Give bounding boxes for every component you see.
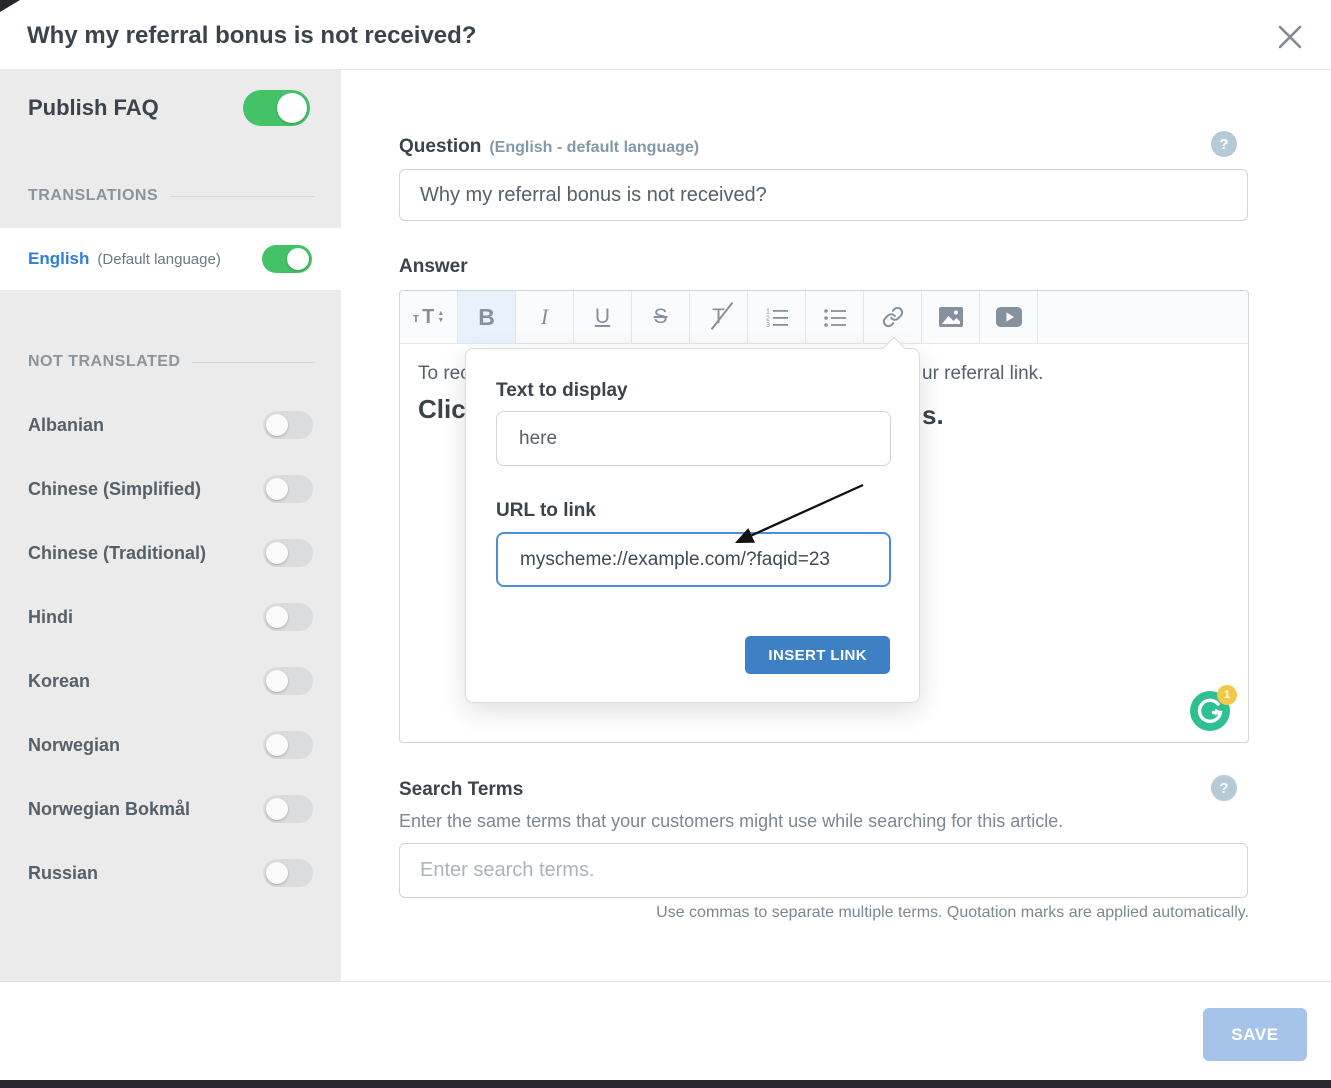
insert-link-button[interactable]	[864, 291, 922, 343]
bold-button[interactable]: B	[458, 291, 516, 343]
insert-link-popover: Text to display URL to link INSERT LINK	[465, 348, 920, 703]
font-size-button[interactable]: тT ▲▼	[400, 291, 458, 343]
url-to-link-input[interactable]	[496, 532, 891, 587]
insert-image-button[interactable]	[922, 291, 980, 343]
publish-faq-row: Publish FAQ	[28, 88, 310, 128]
insert-link-submit-button[interactable]: INSERT LINK	[745, 636, 890, 674]
underline-button[interactable]: U	[574, 291, 632, 343]
language-row-english[interactable]: English (Default language)	[0, 228, 341, 290]
dialog-header: Why my referral bonus is not received?	[0, 0, 1331, 70]
text-to-display-label: Text to display	[496, 380, 628, 402]
publish-faq-label: Publish FAQ	[28, 95, 159, 121]
image-icon	[939, 307, 963, 327]
search-terms-input[interactable]	[399, 843, 1248, 898]
font-size-icon: тT ▲▼	[413, 306, 445, 329]
language-toggle-english[interactable]	[262, 245, 312, 273]
url-to-link-label: URL to link	[496, 500, 596, 522]
clear-formatting-button[interactable]: T	[690, 291, 748, 343]
language-toggle-chinese-simplified[interactable]	[263, 475, 313, 503]
language-toggle-korean[interactable]	[263, 667, 313, 695]
language-row-chinese-simplified: Chinese (Simplified)	[0, 457, 341, 521]
strikethrough-button[interactable]: S	[632, 291, 690, 343]
ordered-list-icon: 1 2 3	[766, 307, 788, 327]
grammarly-icon[interactable]: 1	[1190, 691, 1230, 731]
save-button[interactable]: SAVE	[1203, 1008, 1307, 1061]
toggle-knob	[266, 606, 288, 628]
toggle-knob	[266, 862, 288, 884]
language-toggle-russian[interactable]	[263, 859, 313, 887]
search-terms-description: Enter the same terms that your customers…	[399, 811, 1063, 832]
bold-icon: B	[478, 304, 495, 331]
language-toggle-hindi[interactable]	[263, 603, 313, 631]
question-input[interactable]	[399, 169, 1248, 221]
toggle-knob	[266, 734, 288, 756]
language-name: Chinese (Simplified)	[28, 479, 201, 500]
language-name: Russian	[28, 863, 98, 884]
toggle-knob	[277, 93, 307, 123]
language-toggle-chinese-traditional[interactable]	[263, 539, 313, 567]
unordered-list-button[interactable]	[806, 291, 864, 343]
question-language-note: (English - default language)	[489, 139, 699, 156]
insert-video-button[interactable]	[980, 291, 1038, 343]
background-corner	[0, 0, 20, 12]
sidebar: Publish FAQ TRANSLATIONS English (Defaul…	[0, 70, 341, 981]
question-help-icon[interactable]: ?	[1211, 131, 1237, 157]
language-row-albanian: Albanian	[0, 393, 341, 457]
language-name: Norwegian Bokmål	[28, 799, 190, 820]
editor-toolbar: тT ▲▼ B I U S T 1 2 3	[400, 291, 1248, 344]
dialog-title: Why my referral bonus is not received?	[27, 22, 476, 50]
language-row-korean: Korean	[0, 649, 341, 713]
search-terms-hint: Use commas to separate multiple terms. Q…	[399, 904, 1249, 922]
background-bottom-edge	[0, 1080, 1331, 1088]
language-toggle-albanian[interactable]	[263, 411, 313, 439]
language-name-english[interactable]: English	[28, 249, 89, 269]
video-icon	[996, 307, 1022, 327]
toggle-knob	[266, 542, 288, 564]
underline-icon: U	[595, 305, 610, 329]
not-translated-section-header: NOT TRANSLATED	[28, 353, 315, 371]
unordered-list-icon	[824, 307, 846, 327]
answer-label: Answer	[399, 256, 468, 278]
language-row-russian: Russian	[0, 841, 341, 905]
dialog-footer: SAVE	[0, 981, 1331, 1080]
language-name: Albanian	[28, 415, 104, 436]
toggle-knob	[266, 670, 288, 692]
language-row-norwegian: Norwegian	[0, 713, 341, 777]
search-terms-help-icon[interactable]: ?	[1211, 775, 1237, 801]
language-toggle-norwegian-bokmal[interactable]	[263, 795, 313, 823]
publish-faq-toggle[interactable]	[243, 90, 310, 126]
editor-text-fragment: ur referral link.	[922, 363, 1043, 385]
italic-button[interactable]: I	[516, 291, 574, 343]
search-terms-label: Search Terms	[399, 779, 523, 801]
close-icon[interactable]	[1277, 24, 1303, 50]
language-name: Chinese (Traditional)	[28, 543, 206, 564]
toggle-knob	[266, 798, 288, 820]
grammarly-alert-badge: 1	[1217, 685, 1237, 705]
ordered-list-button[interactable]: 1 2 3	[748, 291, 806, 343]
translations-section-header: TRANSLATIONS	[28, 187, 315, 205]
question-label: Question	[399, 136, 481, 157]
toggle-knob	[266, 478, 288, 500]
language-toggle-norwegian[interactable]	[263, 731, 313, 759]
language-row-norwegian-bokmal: Norwegian Bokmål	[0, 777, 341, 841]
strikethrough-icon: S	[653, 305, 667, 329]
editor-text-fragment: To rec	[418, 363, 470, 385]
language-name: Korean	[28, 671, 90, 692]
language-name: Norwegian	[28, 735, 120, 756]
default-language-note: (Default language)	[97, 251, 262, 268]
language-row-chinese-traditional: Chinese (Traditional)	[0, 521, 341, 585]
svg-text:3: 3	[766, 322, 770, 327]
question-label-row: Question (English - default language)	[399, 136, 699, 158]
italic-icon: I	[541, 304, 548, 330]
link-icon	[882, 306, 904, 328]
clear-formatting-icon: T	[712, 305, 725, 329]
toggle-knob	[287, 248, 309, 270]
language-row-hindi: Hindi	[0, 585, 341, 649]
text-to-display-input[interactable]	[496, 411, 891, 466]
toggle-knob	[266, 414, 288, 436]
editor-text-fragment-bold: s.	[922, 400, 944, 431]
svg-text:1: 1	[766, 309, 770, 316]
language-name: Hindi	[28, 607, 73, 628]
editor-text-fragment-bold: Clic	[418, 394, 466, 425]
